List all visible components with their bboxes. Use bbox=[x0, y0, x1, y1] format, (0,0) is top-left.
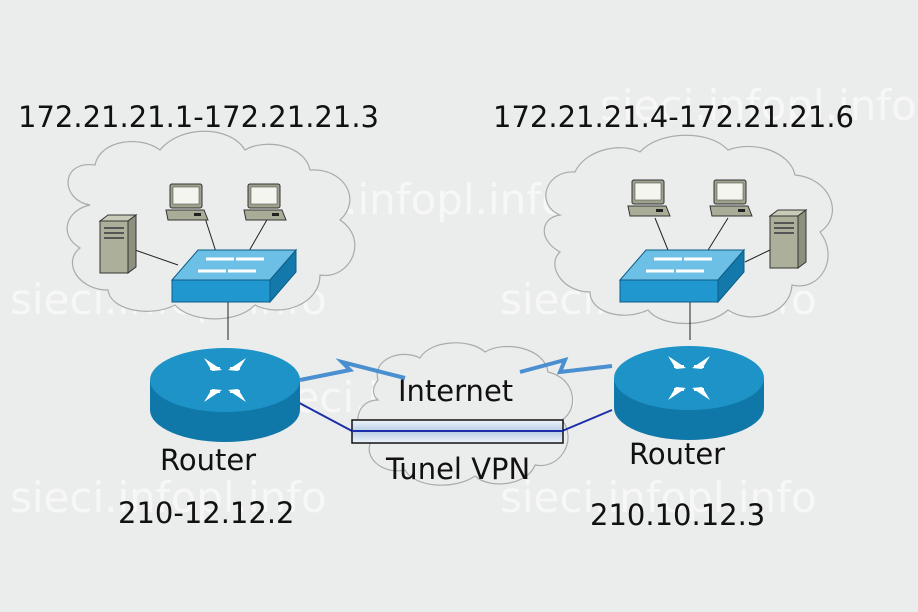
server-icon bbox=[769, 209, 807, 269]
router-ip-right: 210.10.12.3 bbox=[590, 498, 766, 532]
subnet-label-left: 172.21.21.1-172.21.21.3 bbox=[18, 100, 379, 134]
server-icon bbox=[99, 214, 137, 274]
router-icon bbox=[614, 346, 764, 440]
pc-icon bbox=[243, 183, 287, 221]
pc-icon bbox=[627, 179, 671, 217]
internet-label: Internet bbox=[398, 374, 514, 408]
router-label-right: Router bbox=[629, 437, 726, 471]
subnet-label-right: 172.21.21.4-172.21.21.6 bbox=[493, 100, 854, 134]
router-ip-left: 210-12.12.2 bbox=[118, 496, 295, 530]
pc-icon bbox=[709, 179, 753, 217]
pc-icon bbox=[165, 183, 209, 221]
router-icon bbox=[150, 348, 300, 442]
router-label-left: Router bbox=[160, 443, 257, 477]
tunnel-label: Tunel VPN bbox=[386, 452, 531, 486]
switch-icon bbox=[170, 248, 298, 304]
switch-icon bbox=[618, 248, 746, 304]
